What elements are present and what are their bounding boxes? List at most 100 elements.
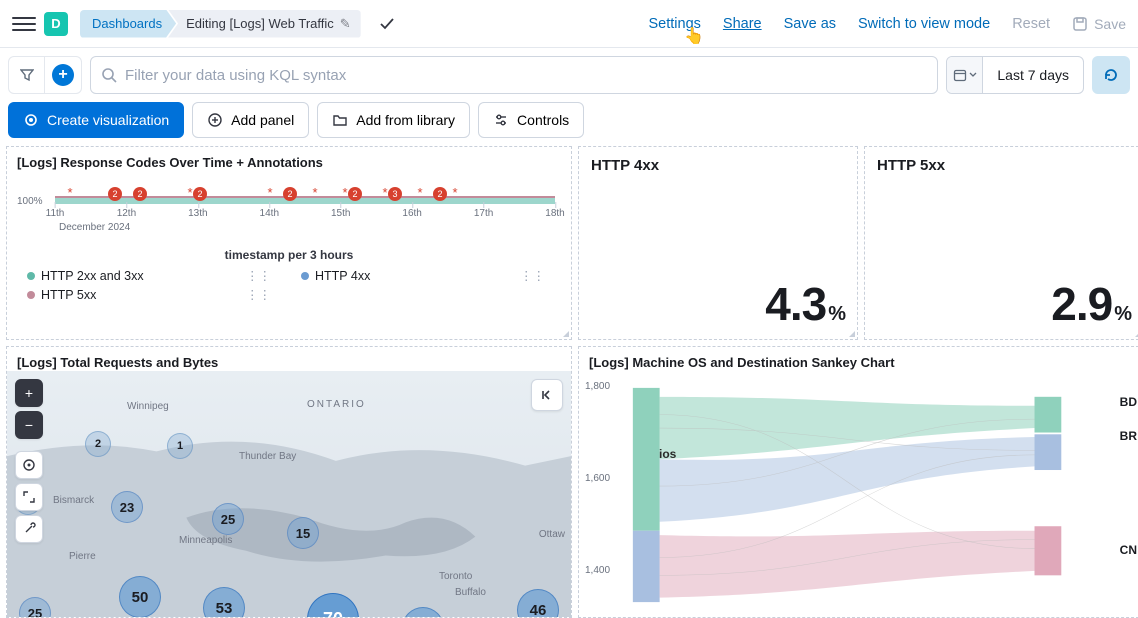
resize-handle[interactable]: [849, 331, 855, 337]
calendar-button[interactable]: [947, 57, 983, 93]
panel-response-codes[interactable]: [Logs] Response Codes Over Time + Annota…: [6, 146, 572, 340]
date-picker[interactable]: Last 7 days: [946, 56, 1084, 94]
x-tick: 17th: [474, 208, 493, 219]
map-city-label: Toronto: [439, 571, 472, 582]
settings-link[interactable]: Settings: [649, 16, 701, 32]
sankey-chart: 1,800 1,600 1,400 ios: [585, 373, 1137, 617]
kql-search[interactable]: [90, 56, 938, 94]
annotation-marker[interactable]: *: [267, 184, 272, 200]
tools-button[interactable]: [15, 515, 43, 543]
pencil-icon: ✎: [340, 16, 351, 32]
x-axis-caption: timestamp per 3 hours: [17, 248, 561, 262]
refresh-button[interactable]: [1092, 56, 1130, 94]
lens-icon: [23, 112, 39, 128]
fit-bounds-button[interactable]: [15, 451, 43, 479]
plus-circle-icon: [207, 112, 223, 128]
annotation-marker[interactable]: 2: [433, 184, 447, 201]
chart-legend: HTTP 2xx and 3xx⋮⋮ HTTP 4xx⋮⋮ HTTP 5xx⋮⋮: [7, 262, 571, 308]
panel-http-5xx[interactable]: HTTP 5xx 2.9%: [864, 146, 1138, 340]
app-header: D Dashboards Editing [Logs] Web Traffic …: [0, 0, 1138, 48]
add-from-library-button[interactable]: Add from library: [317, 102, 470, 138]
app-logo-badge[interactable]: D: [44, 12, 68, 36]
map-city-label: Winnipeg: [127, 401, 169, 412]
panel-http-4xx[interactable]: HTTP 4xx 4.3%: [578, 146, 858, 340]
add-filter-button[interactable]: +: [45, 57, 81, 93]
annotation-marker[interactable]: 2: [108, 184, 122, 201]
save-as-link[interactable]: Save as: [784, 16, 836, 32]
breadcrumb-current-label: Editing [Logs] Web Traffic: [186, 16, 334, 31]
x-tick: 18th: [545, 208, 564, 219]
add-panel-button[interactable]: Add panel: [192, 102, 309, 138]
map-cluster[interactable]: 50: [119, 576, 161, 618]
annotation-marker[interactable]: *: [417, 184, 422, 200]
annotation-markers: *22*2*2**2*3*2*: [55, 184, 555, 198]
filter-group: +: [8, 56, 82, 94]
legend-item[interactable]: HTTP 2xx and 3xx⋮⋮: [27, 268, 277, 283]
hamburger-menu-icon[interactable]: [12, 12, 36, 36]
annotation-marker[interactable]: *: [187, 184, 192, 200]
switch-view-link[interactable]: Switch to view mode: [858, 16, 990, 32]
annotation-marker[interactable]: 3: [388, 184, 402, 201]
calendar-icon: [953, 68, 967, 82]
map-city-label: Pierre: [69, 551, 96, 562]
legend-toggle-button[interactable]: [531, 379, 563, 411]
annotation-marker[interactable]: *: [452, 184, 457, 200]
map-city-label: Bismarck: [53, 495, 94, 506]
annotation-marker[interactable]: *: [342, 184, 347, 200]
map-city-label: Ottaw: [539, 529, 565, 540]
filter-icon: [20, 68, 34, 82]
annotation-marker[interactable]: 2: [283, 184, 297, 201]
map-cluster[interactable]: 15: [287, 517, 319, 549]
month-label: December 2024: [59, 222, 130, 233]
map-cluster[interactable]: 2: [85, 431, 111, 457]
sankey-source-label: ios: [659, 447, 676, 461]
expand-button[interactable]: [15, 483, 43, 511]
map-cluster[interactable]: 25: [212, 503, 244, 535]
share-link[interactable]: Share: [723, 16, 762, 32]
map-tool-controls: [15, 451, 43, 543]
folder-icon: [332, 112, 348, 128]
x-tick: 16th: [402, 208, 421, 219]
x-tick: 12th: [117, 208, 136, 219]
map-zoom-controls: + −: [15, 379, 43, 439]
panel-sankey[interactable]: [Logs] Machine OS and Destination Sankey…: [578, 346, 1138, 618]
dashboard-grid: [Logs] Response Codes Over Time + Annota…: [0, 146, 1138, 618]
map-canvas[interactable]: Winnipeg ONTARIO Thunder Bay Bismarck Mi…: [7, 371, 571, 617]
map-city-label: Thunder Bay: [239, 451, 296, 462]
query-bar: + Last 7 days: [0, 48, 1138, 102]
annotation-marker[interactable]: 2: [193, 184, 207, 201]
sliders-icon: [493, 112, 509, 128]
timeline-chart: 100% *22*2*2**2*3*2* 11th12th13th14th15t…: [7, 174, 571, 262]
annotation-marker[interactable]: *: [312, 184, 317, 200]
date-range-label[interactable]: Last 7 days: [983, 57, 1083, 93]
create-visualization-button[interactable]: Create visualization: [8, 102, 184, 138]
controls-button[interactable]: Controls: [478, 102, 584, 138]
sankey-target-label: BR: [1120, 429, 1137, 443]
x-tick: 14th: [260, 208, 279, 219]
confirm-title-button[interactable]: [375, 12, 399, 36]
y-tick: 1,400: [585, 565, 610, 576]
zoom-out-button[interactable]: −: [15, 411, 43, 439]
refresh-icon: [1103, 67, 1119, 83]
metric-title: HTTP 4xx: [579, 147, 857, 184]
resize-handle[interactable]: [563, 331, 569, 337]
map-cluster[interactable]: 23: [111, 491, 143, 523]
kql-input[interactable]: [125, 67, 927, 84]
panel-map[interactable]: [Logs] Total Requests and Bytes Winnipeg…: [6, 346, 572, 618]
panel-title: [Logs] Machine OS and Destination Sankey…: [579, 347, 1138, 374]
map-cluster[interactable]: 1: [167, 433, 193, 459]
legend-item[interactable]: HTTP 5xx⋮⋮: [27, 287, 277, 302]
zoom-in-button[interactable]: +: [15, 379, 43, 407]
annotation-marker[interactable]: *: [67, 184, 72, 200]
annotation-marker[interactable]: *: [382, 184, 387, 200]
annotation-marker[interactable]: 2: [348, 184, 362, 201]
header-actions: Settings Share Save as Switch to view mo…: [649, 16, 1127, 32]
filter-button[interactable]: [9, 57, 45, 93]
plus-icon: +: [52, 64, 74, 86]
create-viz-label: Create visualization: [47, 112, 169, 128]
save-button: Save: [1072, 16, 1126, 32]
legend-item[interactable]: HTTP 4xx⋮⋮: [301, 268, 551, 283]
breadcrumb-current[interactable]: Editing [Logs] Web Traffic ✎: [168, 10, 361, 38]
annotation-marker[interactable]: 2: [133, 184, 147, 201]
breadcrumb-root[interactable]: Dashboards: [80, 10, 176, 38]
